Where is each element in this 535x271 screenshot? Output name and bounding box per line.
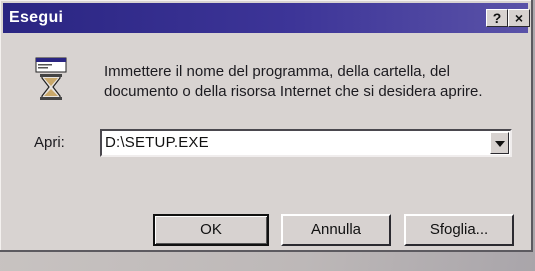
- run-dialog: Esegui ? × Immettere il nome del program…: [0, 0, 533, 252]
- open-input[interactable]: D:\SETUP.EXE: [105, 134, 209, 151]
- window-title: Esegui: [9, 9, 64, 26]
- screenshot-page: Esegui ? × Immettere il nome del program…: [0, 0, 535, 271]
- ok-button[interactable]: OK: [153, 214, 269, 246]
- close-button[interactable]: ×: [508, 9, 530, 27]
- browse-button[interactable]: Sfoglia...: [404, 214, 514, 246]
- title-bar[interactable]: Esegui ? ×: [3, 3, 530, 33]
- cancel-button[interactable]: Annulla: [281, 214, 391, 246]
- open-label: Apri:: [34, 134, 65, 151]
- help-button[interactable]: ?: [486, 9, 508, 27]
- dropdown-arrow-icon[interactable]: [490, 132, 509, 154]
- run-program-icon: [35, 57, 67, 100]
- open-combobox[interactable]: D:\SETUP.EXE: [100, 129, 512, 157]
- instruction-text: Immettere il nome del programma, della c…: [104, 63, 483, 100]
